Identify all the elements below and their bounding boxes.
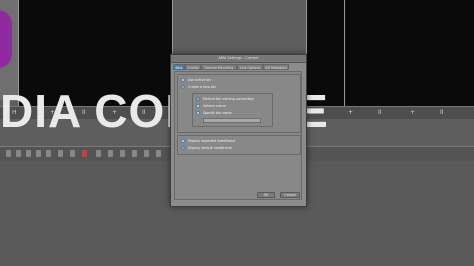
tab-quality[interactable]: Quality [185, 64, 201, 70]
ama-settings-dialog: AMA Settings - Current Bins Quality Volu… [170, 54, 307, 207]
tool-icon[interactable] [70, 150, 75, 157]
tool-icon[interactable] [16, 150, 21, 157]
volume-name-radio[interactable] [196, 104, 200, 108]
purple-title-graphic [0, 10, 12, 68]
tool-icon[interactable] [132, 150, 137, 157]
tool-icon[interactable] [58, 150, 63, 157]
tab-bins[interactable]: Bins [173, 64, 185, 70]
tool-icon[interactable] [108, 150, 113, 157]
tool-icon[interactable] [46, 150, 51, 157]
bin-naming-group: Default bin naming convention Volume nam… [192, 93, 273, 127]
tool-icon[interactable] [96, 150, 101, 157]
display-default-headframe-label: Display default headframe [188, 146, 232, 150]
bins-tab-panel: Use active bin Create a new bin Default … [174, 71, 302, 200]
tab-volume-mounting[interactable]: Volume Mounting [201, 64, 237, 70]
tool-icon[interactable] [120, 150, 125, 157]
ok-button[interactable]: OK [257, 192, 275, 198]
dialog-tabs: Bins Quality Volume Mounting Link Option… [173, 64, 304, 70]
tab-link-options[interactable]: Link Options [237, 64, 263, 70]
tool-icon[interactable] [156, 150, 161, 157]
display-default-headframe-radio[interactable] [181, 146, 185, 150]
headframe-group: Display imported headframe Display defau… [177, 135, 301, 155]
default-bin-naming-radio[interactable] [196, 97, 200, 101]
create-new-bin-label: Create a new bin [188, 85, 217, 89]
tab-ar-metadata[interactable]: AR Metadata [263, 64, 289, 70]
display-imported-headframe-radio[interactable] [181, 139, 185, 143]
specify-bin-name-label: Specify bin name [203, 111, 232, 115]
default-bin-naming-label: Default bin naming convention [203, 97, 255, 101]
volume-name-label: Volume name [203, 104, 226, 108]
tool-icon[interactable] [36, 150, 41, 157]
dialog-title: AMA Settings - Current [171, 55, 306, 63]
bin-options-group: Use active bin Create a new bin Default … [177, 74, 301, 133]
create-new-bin-radio[interactable] [181, 85, 185, 89]
tool-icon[interactable] [6, 150, 11, 157]
display-imported-headframe-label: Display imported headframe [188, 139, 236, 143]
use-active-bin-label: Use active bin [188, 78, 212, 82]
tool-icon[interactable] [26, 150, 31, 157]
specify-bin-name-radio[interactable] [196, 111, 200, 115]
tool-icon[interactable] [144, 150, 149, 157]
use-active-bin-radio[interactable] [181, 78, 185, 82]
cancel-button[interactable]: Cancel [280, 192, 300, 198]
bin-name-field[interactable] [203, 118, 261, 123]
record-icon[interactable] [82, 150, 87, 157]
